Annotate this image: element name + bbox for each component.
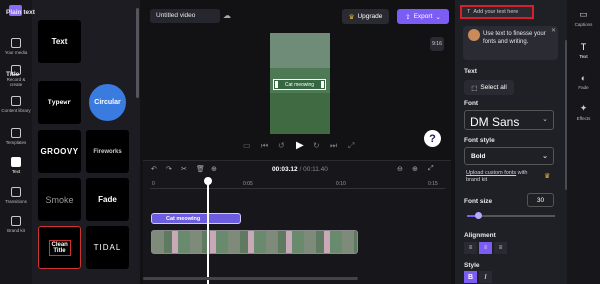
timeline-timecode: 00:03.12 / 00:11.40	[272, 166, 328, 173]
align-center-button[interactable]: ≡	[479, 242, 492, 254]
add-text-input[interactable]: T Add your text here	[460, 5, 534, 19]
help-button[interactable]: ?	[424, 130, 441, 147]
clean-title-label: Clean Title	[48, 239, 71, 256]
captions-icon: ▭	[579, 9, 588, 19]
playhead-handle[interactable]	[204, 177, 212, 185]
crown-icon: ♛	[544, 173, 551, 180]
captions-toggle-icon[interactable]: ▭	[243, 141, 251, 150]
tip-text: Use text to finesse your fonts and writi…	[483, 31, 546, 45]
tile-tidal[interactable]: TIDAL	[86, 226, 129, 269]
export-button[interactable]: ⇪ Export ⌄	[397, 9, 449, 24]
fade-icon: ◐	[580, 73, 587, 83]
select-all-button[interactable]: ⬚ Select all	[464, 80, 514, 95]
fullscreen-icon[interactable]: ⤢	[348, 141, 354, 151]
plain-text-tile[interactable]: Text	[38, 20, 81, 63]
effects-icon: ✦	[579, 103, 588, 113]
split-icon[interactable]: ✂	[181, 165, 187, 173]
preview-text-overlay[interactable]: Cat meowing	[273, 79, 326, 90]
rail-effects[interactable]: ✦ Effects	[567, 103, 600, 121]
upload-fonts-text: Upload custom fonts with brand kit	[466, 170, 528, 183]
tile-clean-title[interactable]: Clean Title	[38, 226, 81, 269]
chevron-down-icon: ⌄	[542, 153, 548, 160]
chevron-down-icon: ⌄	[542, 116, 548, 123]
rail-captions[interactable]: ▭ Captions	[567, 9, 600, 27]
cloud-sync-icon: ☁	[223, 11, 231, 20]
tile-groovy[interactable]: GROOVY	[38, 130, 81, 173]
tile-smoke[interactable]: Smoke	[38, 178, 81, 221]
folder-icon	[11, 38, 21, 48]
text-section-label: Text	[464, 68, 477, 75]
tick-10: 0:10	[336, 181, 346, 187]
resize-handle-right[interactable]	[321, 81, 324, 88]
text-tool-icon: T	[467, 9, 471, 15]
tile-typewriter[interactable]: Typewr	[38, 81, 81, 124]
text-icon	[11, 157, 21, 167]
font-size-input[interactable]: 30	[527, 193, 554, 207]
add-track-icon[interactable]: ⊕	[211, 165, 217, 173]
delete-icon[interactable]: 🗑	[196, 165, 205, 173]
nav-text[interactable]: Text	[0, 157, 32, 174]
italic-button[interactable]: I	[479, 271, 492, 283]
video-clip[interactable]	[151, 230, 358, 254]
close-icon[interactable]: ✕	[551, 27, 556, 34]
font-style-select[interactable]: Bold ⌄	[464, 147, 554, 165]
skip-back-icon[interactable]: ⏮	[261, 141, 268, 151]
select-icon: ⬚	[471, 84, 478, 92]
font-size-label: Font size	[464, 198, 493, 205]
tile-fade[interactable]: Fade	[86, 178, 129, 221]
forward-icon[interactable]: ↻	[313, 141, 320, 150]
tick-5: 0:05	[243, 181, 253, 187]
library-icon	[11, 96, 21, 106]
export-icon: ⇪	[405, 13, 411, 21]
chevron-down-icon: ⌄	[435, 13, 441, 21]
fit-timeline-icon[interactable]: ⤢	[428, 165, 434, 173]
nav-templates[interactable]: Templates	[0, 128, 32, 145]
resize-handle-left[interactable]	[275, 81, 278, 88]
nav-your-media[interactable]: Your media	[0, 38, 32, 55]
video-title-input[interactable]: Untitled video	[150, 9, 220, 23]
tip-illustration-icon	[468, 29, 480, 41]
rail-fade[interactable]: ◐ Fade	[567, 73, 600, 90]
font-style-section-label: Font style	[464, 137, 495, 144]
tile-circular[interactable]: Circular	[86, 81, 129, 124]
font-section-label: Font	[464, 100, 479, 107]
panel-scrollbar[interactable]	[136, 8, 139, 98]
rewind-icon[interactable]: ↺	[278, 141, 285, 150]
nav-content-library[interactable]: Content library	[0, 96, 32, 113]
upload-fonts-link[interactable]: Upload custom fonts	[466, 170, 516, 176]
tile-fireworks[interactable]: Fireworks	[86, 130, 129, 173]
section-title: Title	[6, 71, 20, 78]
redo-icon[interactable]: ↷	[166, 165, 172, 173]
nav-transitions[interactable]: Transitions	[0, 187, 32, 204]
rail-text[interactable]: T Text	[567, 42, 600, 59]
transitions-icon	[11, 187, 21, 197]
brand-kit-icon	[11, 216, 21, 226]
font-select[interactable]: DM Sans ⌄	[464, 110, 554, 130]
text-clip[interactable]: Cat meowing	[151, 213, 241, 224]
align-right-button[interactable]: ≡	[494, 242, 507, 254]
upgrade-button[interactable]: ♛ Upgrade	[342, 9, 389, 24]
tick-0: 0	[152, 181, 155, 187]
play-icon[interactable]: ▶	[296, 140, 304, 151]
bold-button[interactable]: B	[464, 271, 477, 283]
undo-icon[interactable]: ↶	[151, 165, 157, 173]
align-left-button[interactable]: ≡	[464, 242, 477, 254]
section-plain-text: Plain text	[6, 9, 35, 16]
aspect-ratio-button[interactable]: 9:16	[430, 37, 444, 51]
skip-forward-icon[interactable]: ⏭	[330, 141, 337, 151]
zoom-out-icon[interactable]: ⊖	[397, 165, 403, 173]
playhead[interactable]	[207, 178, 209, 284]
tick-15: 0:15	[428, 181, 438, 187]
templates-icon	[11, 128, 21, 138]
crown-icon: ♛	[348, 13, 355, 21]
timeline-scrollbar[interactable]	[143, 277, 358, 280]
timeline-ruler	[150, 188, 445, 189]
zoom-in-icon[interactable]: ⊕	[412, 165, 418, 173]
nav-brand-kit[interactable]: Brand kit	[0, 216, 32, 233]
text-icon: T	[580, 42, 587, 52]
alignment-section-label: Alignment	[464, 232, 496, 239]
style-section-label: Style	[464, 262, 480, 269]
